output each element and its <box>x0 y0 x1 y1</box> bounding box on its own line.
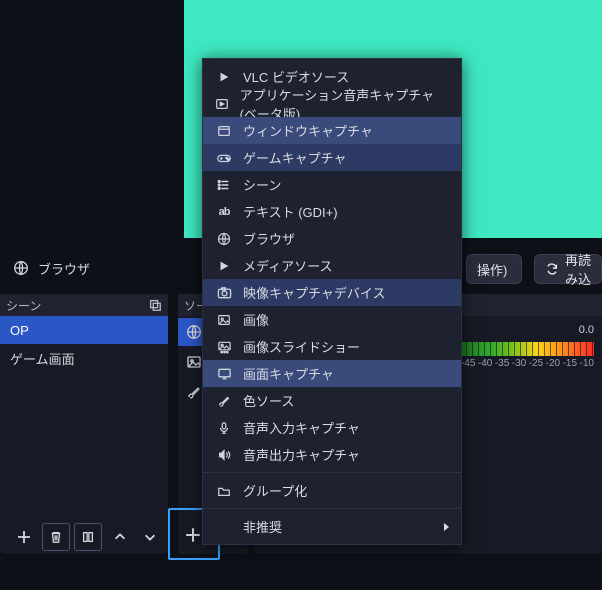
menu-item-label: 色ソース <box>243 391 294 410</box>
add-scene-button[interactable] <box>10 523 38 551</box>
menu-item-game-capture[interactable]: ゲームキャプチャ <box>203 144 461 171</box>
menu-item-label: テキスト (GDI+) <box>243 202 338 221</box>
menu-item-label: 画像スライドショー <box>243 337 360 356</box>
scenes-header: シーン <box>0 294 168 316</box>
menu-separator <box>203 508 461 509</box>
menu-item-label: 音声出力キャプチャ <box>243 445 360 464</box>
app-audio-icon <box>215 97 230 111</box>
scene-item-game[interactable]: ゲーム画面 <box>0 344 168 372</box>
mic-icon <box>215 421 233 435</box>
scale-tick: -30 <box>512 358 526 369</box>
scale-tick: -40 <box>478 358 492 369</box>
operate-button-label: 操作) <box>477 260 507 279</box>
menu-item-label: 映像キャプチャデバイス <box>243 283 385 302</box>
brush-icon <box>215 394 233 408</box>
folder-icon <box>215 484 233 498</box>
menu-item-browser[interactable]: ブラウザ <box>203 225 461 252</box>
globe-icon <box>215 232 233 246</box>
display-icon <box>215 367 233 381</box>
menu-item-window-capture[interactable]: ウィンドウキャプチャ <box>203 117 461 144</box>
move-scene-down-button[interactable] <box>136 523 164 551</box>
globe-icon <box>186 324 202 340</box>
reload-icon <box>545 262 559 276</box>
menu-item-label: 画像 <box>243 310 269 329</box>
source-type-label: ブラウザ <box>12 259 90 278</box>
menu-item-deprecated[interactable]: 非推奨 <box>203 513 461 540</box>
menu-item-label: シーン <box>243 175 281 194</box>
menu-item-image[interactable]: 画像 <box>203 306 461 333</box>
menu-item-app-audio[interactable]: アプリケーション音声キャプチャ (ベータ版) <box>203 90 461 117</box>
menu-item-color-source[interactable]: 色ソース <box>203 387 461 414</box>
image-icon <box>186 354 202 370</box>
menu-item-slideshow[interactable]: 画像スライドショー <box>203 333 461 360</box>
menu-item-label: 画面キャプチャ <box>243 364 334 383</box>
menu-item-audio-out[interactable]: 音声出力キャプチャ <box>203 441 461 468</box>
audio-meter <box>454 342 594 356</box>
scene-filter-button[interactable] <box>74 523 102 551</box>
menu-item-text[interactable]: ab テキスト (GDI+) <box>203 198 461 225</box>
delete-scene-button[interactable] <box>42 523 70 551</box>
scene-item-label: ゲーム画面 <box>10 349 75 368</box>
reload-button[interactable]: 再読み込 <box>534 254 602 284</box>
menu-separator <box>203 472 461 473</box>
menu-item-media[interactable]: メディアソース <box>203 252 461 279</box>
copy-icon[interactable] <box>148 298 162 312</box>
menu-item-label: グループ化 <box>243 481 307 500</box>
scene-item-label: OP <box>10 323 29 338</box>
source-type-text: ブラウザ <box>38 259 90 278</box>
scale-tick: -35 <box>495 358 509 369</box>
menu-item-label: VLC ビデオソース <box>243 67 349 86</box>
menu-item-display-capture[interactable]: 画面キャプチャ <box>203 360 461 387</box>
scenes-title: シーン <box>6 297 41 314</box>
audio-scale: -50 -45 -40 -35 -30 -25 -20 -15 -10 <box>444 358 594 369</box>
menu-item-label: ゲームキャプチャ <box>243 148 346 167</box>
menu-item-group[interactable]: グループ化 <box>203 477 461 504</box>
reload-button-label: 再読み込 <box>565 250 591 288</box>
brush-icon <box>186 384 202 400</box>
menu-item-scene[interactable]: シーン <box>203 171 461 198</box>
camera-icon <box>215 286 233 300</box>
list-icon <box>215 178 233 192</box>
move-scene-up-button[interactable] <box>106 523 134 551</box>
chevron-right-icon <box>441 522 451 532</box>
menu-item-label: 音声入力キャプチャ <box>243 418 360 437</box>
menu-item-audio-in[interactable]: 音声入力キャプチャ <box>203 414 461 441</box>
window-icon <box>215 124 233 138</box>
scale-tick: -10 <box>580 358 594 369</box>
slideshow-icon <box>215 340 233 354</box>
scale-tick: -15 <box>563 358 577 369</box>
text-icon: ab <box>215 206 233 218</box>
scene-item-op[interactable]: OP <box>0 316 168 344</box>
menu-item-label: ブラウザ <box>243 229 295 248</box>
speaker-icon <box>215 448 233 462</box>
play-icon <box>215 70 233 84</box>
scale-tick: -20 <box>546 358 560 369</box>
add-source-menu: VLC ビデオソースアプリケーション音声キャプチャ (ベータ版) ウィンドウキャプ… <box>202 58 462 545</box>
add-source-button[interactable] <box>182 524 204 546</box>
menu-item-video-capture[interactable]: 映像キャプチャデバイス <box>203 279 461 306</box>
scale-tick: -25 <box>529 358 543 369</box>
scale-tick: -45 <box>461 358 475 369</box>
menu-item-label: メディアソース <box>243 256 332 275</box>
menu-item-label: 非推奨 <box>243 517 282 536</box>
image-icon <box>215 313 233 327</box>
scenes-panel: シーン OP ゲーム画面 <box>0 294 168 554</box>
gamepad-icon <box>215 151 233 165</box>
globe-icon <box>12 259 30 277</box>
operate-button[interactable]: 操作) <box>466 254 522 284</box>
play-icon <box>215 259 233 273</box>
menu-item-label: ウィンドウキャプチャ <box>243 121 373 140</box>
